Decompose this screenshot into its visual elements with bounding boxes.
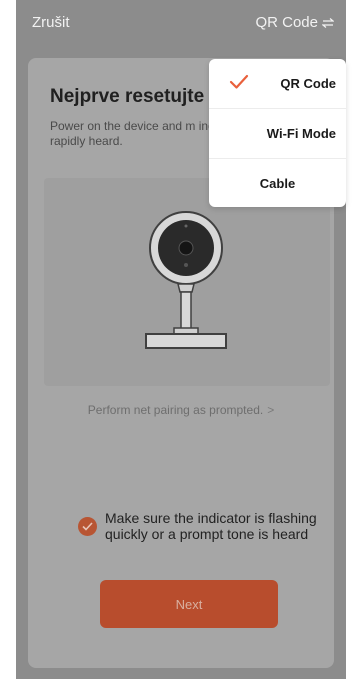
swap-arrows-icon bbox=[322, 17, 334, 28]
menu-item-label: QR Code bbox=[280, 76, 336, 91]
confirm-label: Make sure the indicator is flashing quic… bbox=[105, 510, 317, 542]
pairing-guide-label: Perform net pairing as prompted. bbox=[87, 403, 264, 417]
camera-illustration bbox=[44, 178, 330, 386]
menu-item-label: Wi-Fi Mode bbox=[266, 126, 336, 141]
next-button[interactable]: Next bbox=[100, 580, 278, 628]
menu-item-label: Cable bbox=[259, 176, 296, 191]
menu-item-cable[interactable]: Cable bbox=[209, 158, 346, 208]
confirm-checkbox[interactable]: Make sure the indicator is flashing quic… bbox=[78, 510, 328, 542]
cancel-button[interactable]: Zrušit bbox=[32, 14, 70, 31]
checkmark-icon bbox=[229, 74, 249, 89]
menu-item-qr-code[interactable]: QR Code bbox=[209, 59, 346, 108]
mode-switch-button[interactable]: QR Code bbox=[255, 14, 334, 31]
mode-dropdown-menu: QR Code Wi-Fi Mode Cable bbox=[209, 59, 346, 207]
camera-icon bbox=[145, 211, 227, 349]
page-title: Nejprve resetujte z bbox=[50, 86, 219, 107]
menu-item-wifi-mode[interactable]: Wi-Fi Mode bbox=[209, 108, 346, 158]
mode-label: QR Code bbox=[255, 14, 318, 31]
chevron-right-icon: > bbox=[267, 403, 275, 417]
checkmark-circle-icon bbox=[78, 516, 97, 536]
top-bar: Zrušit QR Code bbox=[16, 0, 346, 44]
pairing-guide-link[interactable]: Perform net pairing as prompted. > bbox=[28, 403, 334, 417]
